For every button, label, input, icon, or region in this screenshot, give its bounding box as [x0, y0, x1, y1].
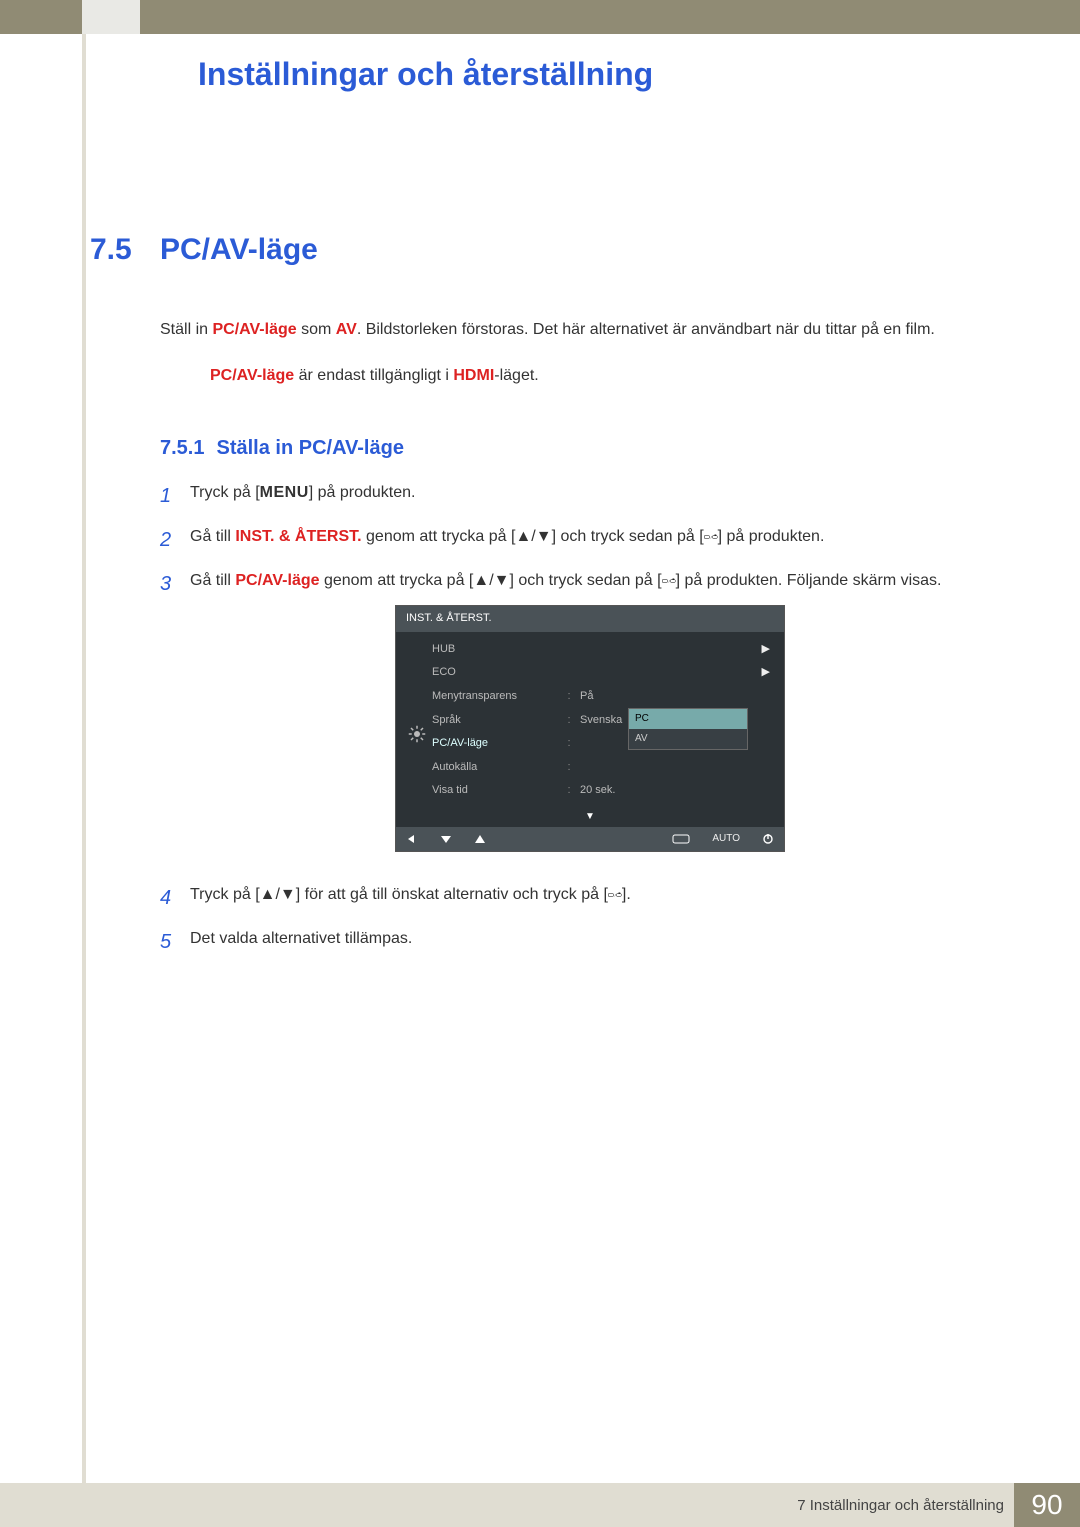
- note-line: PC/AV-läge är endast tillgängligt i HDMI…: [210, 367, 990, 385]
- osd-row-hub: HUB▶: [432, 638, 774, 662]
- text: Gå till: [190, 528, 235, 545]
- text: är endast tillgängligt i: [294, 367, 453, 384]
- up-down-icon: ▲/▼: [260, 886, 296, 903]
- text: -läget.: [494, 367, 538, 384]
- keyword: PC/AV-läge: [212, 321, 296, 338]
- chapter-title: Inställningar och återställning: [198, 56, 990, 93]
- step-number: 1: [160, 480, 190, 512]
- text: genom att trycka på [: [320, 572, 474, 589]
- text: som: [297, 321, 336, 338]
- osd-option-av: AV: [629, 729, 747, 749]
- osd-row-transparency: Menytransparens:På: [432, 685, 774, 709]
- step-1: 1 Tryck på [MENU] på produkten.: [160, 480, 990, 512]
- keyword: AV: [336, 321, 357, 338]
- step-4: 4 Tryck på [▲/▼] för att gå till önskat …: [160, 882, 990, 914]
- menu-key: MENU: [260, 484, 309, 501]
- text: Tryck på [: [190, 484, 260, 501]
- section-number: 7.5: [90, 233, 160, 267]
- source-enter-icon: /: [704, 526, 718, 552]
- enter-icon: [672, 834, 690, 844]
- step-number: 4: [160, 882, 190, 914]
- osd-title: INST. & ÅTERST.: [396, 606, 784, 632]
- steps-list: 1 Tryck på [MENU] på produkten. 2 Gå til…: [160, 480, 990, 958]
- up-down-icon: ▲/▼: [473, 572, 509, 589]
- gear-icon: [408, 725, 426, 743]
- footer-chapter-label: 7 Inställningar och återställning: [797, 1497, 1004, 1514]
- subsection-title: Ställa in PC/AV-läge: [216, 437, 403, 459]
- text: Gå till: [190, 572, 235, 589]
- text: Tryck på [: [190, 886, 260, 903]
- up-down-icon: ▲/▼: [515, 528, 551, 545]
- osd-row-autosource: Autokälla:: [432, 756, 774, 780]
- osd-row-eco: ECO▶: [432, 661, 774, 685]
- osd-dropdown: PC AV: [628, 708, 748, 750]
- text: ] och tryck sedan på [: [552, 528, 704, 545]
- page-footer: 7 Inställningar och återställning 90: [0, 1483, 1080, 1527]
- text: ] på produkten. Följande skärm visas.: [676, 572, 942, 589]
- keyword: PC/AV-läge: [210, 367, 294, 384]
- source-enter-icon: /: [662, 570, 676, 596]
- keyword: HDMI: [453, 367, 494, 384]
- section-title: PC/AV-läge: [160, 233, 318, 267]
- down-icon: [440, 834, 452, 844]
- subsection-heading: 7.5.1 Ställa in PC/AV-läge: [160, 437, 990, 460]
- osd-screenshot: INST. & ÅTERST. HUB▶ ECO▶ Menytransparen…: [395, 605, 785, 852]
- osd-footer-bar: AUTO: [396, 827, 784, 851]
- top-bar: [0, 0, 1080, 34]
- step-number: 2: [160, 524, 190, 556]
- up-icon: [474, 834, 486, 844]
- step-number: 3: [160, 568, 190, 870]
- power-icon: [762, 833, 774, 845]
- keyword: PC/AV-läge: [235, 572, 319, 589]
- osd-row-displaytime: Visa tid:20 sek.: [432, 779, 774, 803]
- step-2: 2 Gå till INST. & ÅTERST. genom att tryc…: [160, 524, 990, 556]
- text: ] och tryck sedan på [: [510, 572, 662, 589]
- text: Ställ in: [160, 321, 212, 338]
- page-number: 90: [1014, 1483, 1080, 1527]
- tick-down-icon: ▼: [585, 809, 595, 825]
- text: genom att trycka på [: [362, 528, 516, 545]
- text: ] för att gå till önskat alternativ och …: [296, 886, 608, 903]
- section-heading: 7.5 PC/AV-läge: [90, 233, 990, 267]
- top-bar-tab: [82, 0, 140, 34]
- keyword: INST. & ÅTERST.: [235, 528, 361, 545]
- left-icon: [406, 834, 418, 844]
- text: ].: [622, 886, 631, 903]
- text: ] på produkten.: [309, 484, 416, 501]
- osd-option-pc: PC: [629, 709, 747, 729]
- step-number: 5: [160, 926, 190, 958]
- text: ] på produkten.: [718, 528, 825, 545]
- auto-label: AUTO: [712, 831, 740, 847]
- subsection-number: 7.5.1: [160, 437, 204, 459]
- intro-paragraph: Ställ in PC/AV-läge som AV. Bildstorleke…: [160, 317, 990, 343]
- step-3: 3 Gå till PC/AV-läge genom att trycka på…: [160, 568, 990, 870]
- text: Det valda alternativet tillämpas.: [190, 926, 990, 958]
- chevron-right-icon: ▶: [762, 664, 770, 682]
- text: . Bildstorleken förstoras. Det här alter…: [357, 321, 935, 338]
- source-enter-icon: /: [608, 884, 622, 910]
- chevron-right-icon: ▶: [762, 641, 770, 659]
- step-5: 5 Det valda alternativet tillämpas.: [160, 926, 990, 958]
